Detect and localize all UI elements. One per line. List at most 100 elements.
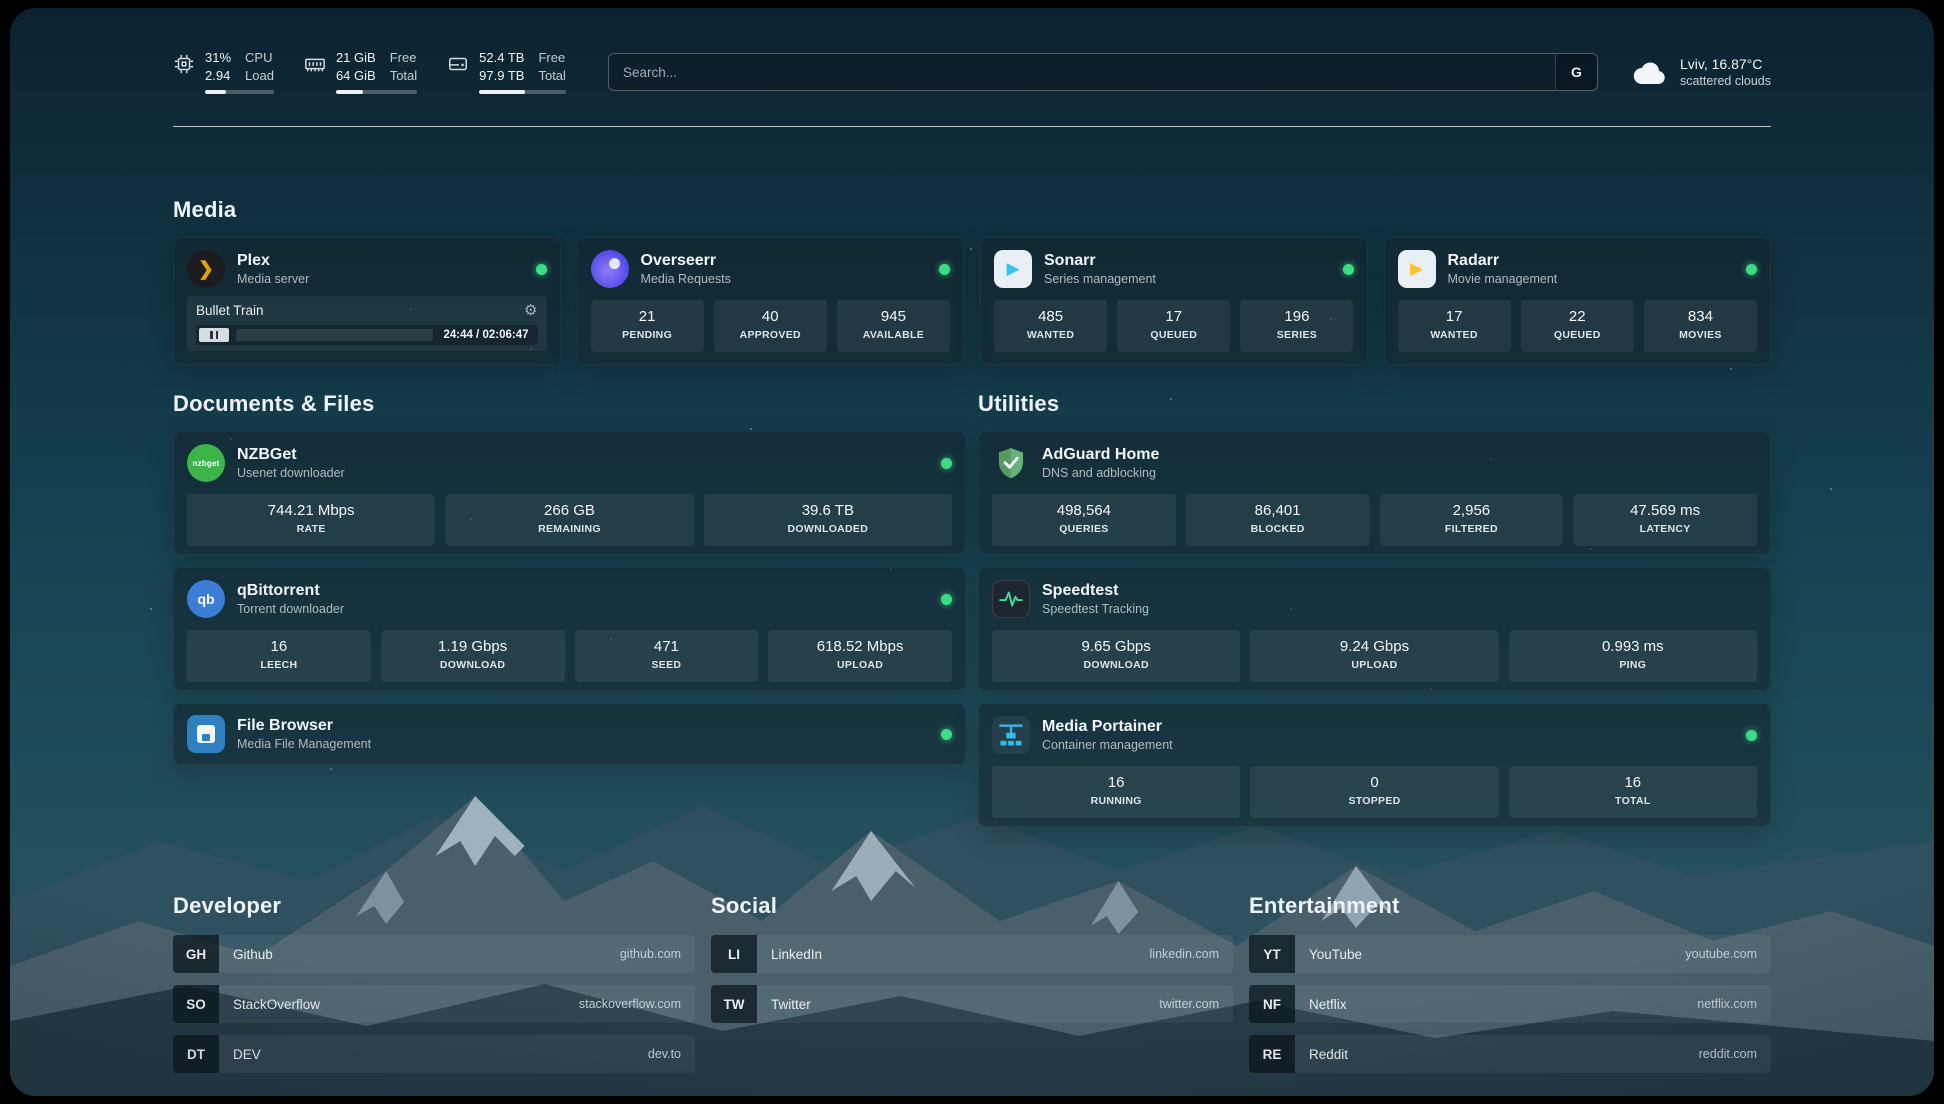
utilities-column: Utilities AdGuard Home [978,391,1771,839]
status-dot [939,264,950,275]
app-subtitle: Speedtest Tracking [1042,602,1149,616]
stat-download: 9.65 Gbps DOWNLOAD [992,630,1240,682]
now-playing-title: Bullet Train [196,303,264,318]
bookmark-group-social: Social LI LinkedIn linkedin.com TW Twitt… [711,893,1233,1085]
section-title-entertainment: Entertainment [1249,893,1771,919]
bookmark-linkedin[interactable]: LI LinkedIn linkedin.com [711,935,1233,973]
ram-icon [304,53,326,75]
documents-column: Documents & Files nzbget NZBGet Usenet d… [173,391,966,839]
cpu-percent: 31% [205,50,231,67]
bookmark-reddit[interactable]: RE Reddit reddit.com [1249,1035,1771,1073]
app-name: Radarr [1448,252,1558,270]
weather-location: Lviv, 16.87°C [1680,56,1771,72]
portainer-icon [992,716,1030,754]
plex-card[interactable]: ❯ Plex Media server Bullet Train ⚙ [173,237,561,365]
playback-time: 24:44 / 02:06:47 [443,329,528,341]
stat-blocked: 86,401 BLOCKED [1186,494,1370,546]
bookmark-name: Reddit [1309,1047,1348,1062]
adguard-card[interactable]: AdGuard Home DNS and adblocking 498,564 … [978,431,1771,555]
stat-stopped: 0 STOPPED [1250,766,1498,818]
stat-remaining: 266 GB REMAINING [445,494,693,546]
search-input[interactable] [609,54,1555,90]
app-name: Overseerr [641,252,731,270]
status-dot [941,729,952,740]
cpu-widget: 31% CPU 2.94 Load [173,50,274,94]
filebrowser-icon [187,715,225,753]
nzbget-card[interactable]: nzbget NZBGet Usenet downloader 744.21 M… [173,431,966,555]
stat-rate: 744.21 Mbps RATE [187,494,435,546]
bookmark-name: Github [233,947,273,962]
stat-pending: 21 PENDING [591,300,704,352]
filebrowser-card[interactable]: File Browser Media File Management [173,703,966,765]
memory-widget: 21 GiB Free 64 GiB Total [304,50,417,94]
disk-widget: 52.4 TB Free 97.9 TB Total [447,50,566,94]
app-subtitle: Media Requests [641,272,731,286]
stat-downloaded: 39.6 TB DOWNLOADED [704,494,952,546]
bookmark-abbr: SO [173,985,219,1023]
overseerr-card[interactable]: Overseerr Media Requests 21 PENDING 40 A… [577,237,965,365]
app-name: Media Portainer [1042,718,1173,736]
app-subtitle: Media File Management [237,737,371,751]
search-provider-button[interactable]: G [1555,54,1597,90]
app-name: Sonarr [1044,252,1156,270]
status-dot [941,458,952,469]
app-subtitle: Container management [1042,738,1173,752]
portainer-card[interactable]: Media Portainer Container management 16 … [978,703,1771,827]
cpu-load-value: 2.94 [205,68,231,85]
pause-button[interactable] [199,328,229,342]
status-dot [536,264,547,275]
bookmark-name: StackOverflow [233,997,320,1012]
disk-icon [447,53,469,75]
memory-total-value: 64 GiB [336,68,376,85]
stat-queued: 17 QUEUED [1117,300,1230,352]
bookmark-name: Netflix [1309,997,1347,1012]
section-title-documents: Documents & Files [173,391,966,417]
app-name: NZBGet [237,446,345,464]
section-title-social: Social [711,893,1233,919]
app-subtitle: Movie management [1448,272,1558,286]
bookmark-github[interactable]: GH Github github.com [173,935,695,973]
section-title-media: Media [173,197,1771,223]
weather-condition: scattered clouds [1680,74,1771,88]
status-dot [1746,730,1757,741]
radarr-card[interactable]: ▶ Radarr Movie management 17 WANTED 22 Q… [1384,237,1772,365]
stat-total: 16 TOTAL [1509,766,1757,818]
bookmark-url: github.com [620,947,681,961]
app-subtitle: Series management [1044,272,1156,286]
stat-leech: 16 LEECH [187,630,371,682]
bookmark-name: YouTube [1309,947,1362,962]
speedtest-card[interactable]: Speedtest Speedtest Tracking 9.65 Gbps D… [978,567,1771,691]
media-cards-row: ❯ Plex Media server Bullet Train ⚙ [173,237,1771,365]
app-name: AdGuard Home [1042,446,1159,464]
radarr-icon: ▶ [1398,250,1436,288]
bookmark-url: youtube.com [1685,947,1757,961]
disk-free-value: 52.4 TB [479,50,524,67]
bookmark-youtube[interactable]: YT YouTube youtube.com [1249,935,1771,973]
sonarr-card[interactable]: ▶ Sonarr Series management 485 WANTED 17… [980,237,1368,365]
app-name: File Browser [237,717,371,735]
bookmark-stackoverflow[interactable]: SO StackOverflow stackoverflow.com [173,985,695,1023]
topbar-divider [173,126,1771,127]
search-bar[interactable]: G [608,53,1598,91]
stat-wanted: 17 WANTED [1398,300,1511,352]
memory-free-label: Free [390,50,417,67]
bookmark-abbr: LI [711,935,757,973]
bookmark-abbr: RE [1249,1035,1295,1073]
bookmark-url: reddit.com [1699,1047,1757,1061]
gear-icon[interactable]: ⚙ [524,301,537,319]
stat-download: 1.19 Gbps DOWNLOAD [381,630,565,682]
stat-running: 16 RUNNING [992,766,1240,818]
stat-latency: 47.569 ms LATENCY [1573,494,1757,546]
adguard-shield-icon [992,444,1030,482]
section-title-developer: Developer [173,893,695,919]
overseerr-icon [591,250,629,288]
stat-approved: 40 APPROVED [714,300,827,352]
bookmark-url: linkedin.com [1150,947,1219,961]
cpu-label: CPU [245,50,274,67]
bookmark-netflix[interactable]: NF Netflix netflix.com [1249,985,1771,1023]
qbittorrent-card[interactable]: qb qBittorrent Torrent downloader 16 LEE… [173,567,966,691]
bookmark-name: LinkedIn [771,947,822,962]
bookmark-twitter[interactable]: TW Twitter twitter.com [711,985,1233,1023]
bookmark-dev[interactable]: DT DEV dev.to [173,1035,695,1073]
stat-queries: 498,564 QUERIES [992,494,1176,546]
